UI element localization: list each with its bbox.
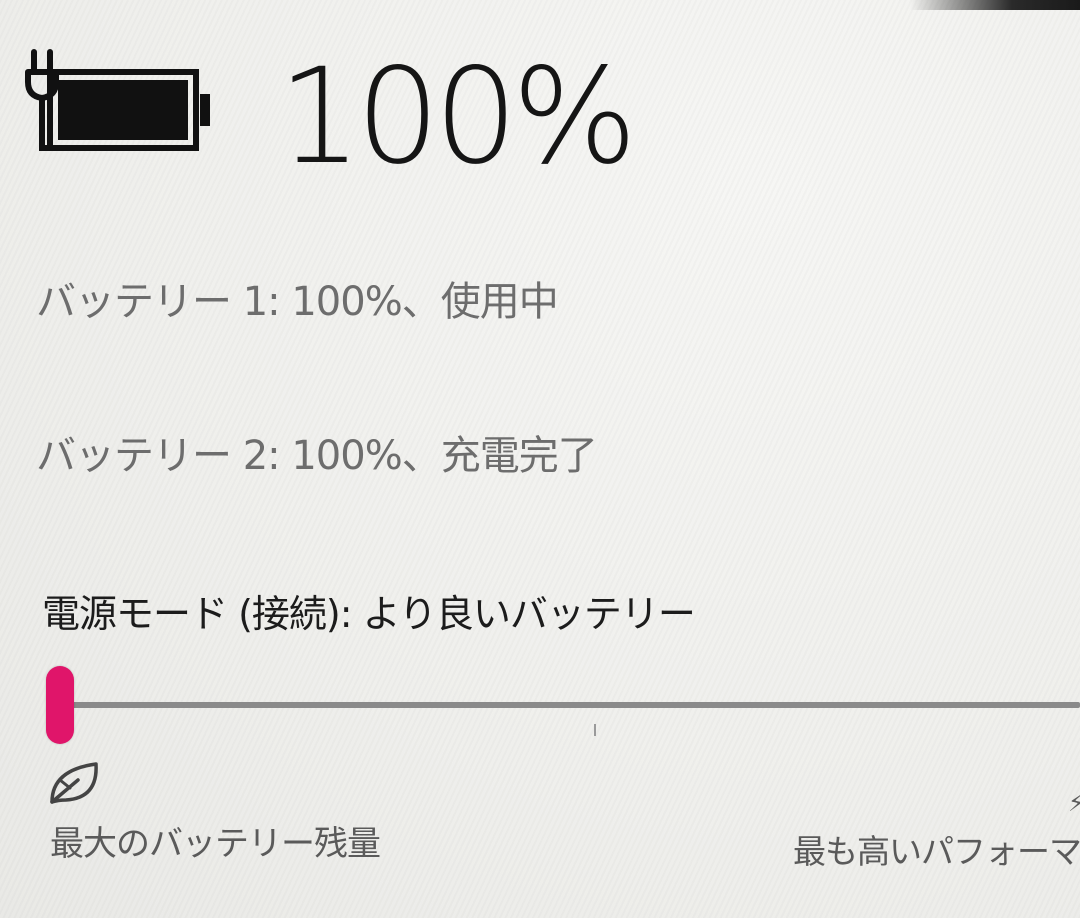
- slider-tick: [594, 724, 596, 736]
- best-battery-label: 最大のバッテリー残量: [50, 824, 381, 864]
- power-mode-slider[interactable]: [44, 664, 1080, 744]
- leaf-icon: [46, 758, 102, 810]
- battery-flyout: 100% バッテリー 1: 100%、使用中 バッテリー 2: 100%、充電完…: [0, 0, 1080, 918]
- power-mode-label: 電源モード (接続): より良いバッテリー: [42, 592, 696, 636]
- battery-percentage: 100%: [278, 40, 637, 194]
- slider-track[interactable]: [68, 702, 1080, 708]
- battery-charging-icon: [24, 48, 214, 158]
- monitor-bezel: [910, 0, 1080, 10]
- slider-thumb[interactable]: [46, 666, 74, 744]
- best-performance-label: 最も高いパフォーマンス: [793, 832, 1080, 871]
- performance-icon: ⚡: [1068, 790, 1080, 816]
- battery-2-status: バッテリー 2: 100%、充電完了: [36, 433, 598, 479]
- battery-1-status: バッテリー 1: 100%、使用中: [36, 279, 559, 325]
